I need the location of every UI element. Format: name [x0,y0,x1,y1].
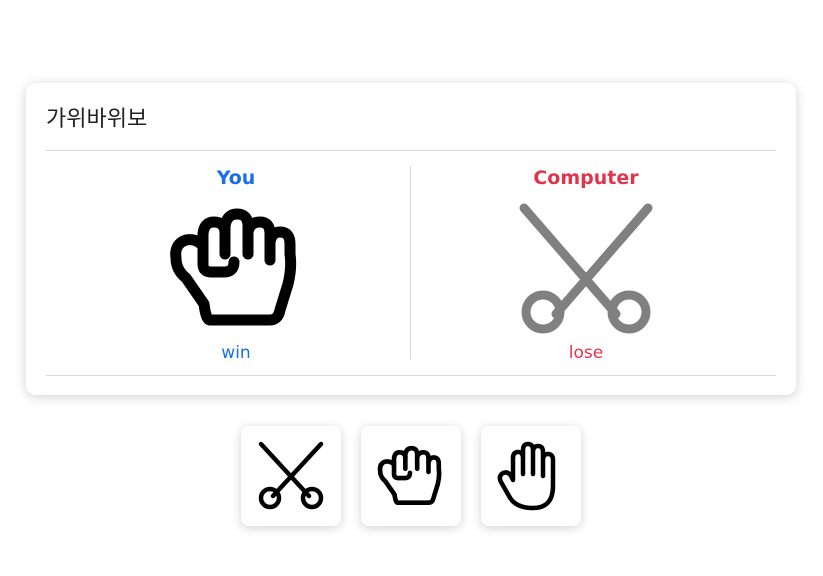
computer-panel: Computer lose [486,163,686,365]
page-title: 가위바위보 [46,107,148,132]
scissors-button[interactable] [241,426,341,526]
rock-button[interactable] [361,426,461,526]
paper-button[interactable] [481,426,581,526]
player-result: win [221,343,251,363]
divider-bottom [46,375,776,376]
choice-buttons [241,426,581,526]
computer-result: lose [568,343,604,363]
game-card: 가위바위보 You win Computer lose [26,83,796,395]
computer-label: Computer [533,167,639,189]
rock-icon [377,445,442,506]
rock-icon [170,208,297,326]
divider-top [46,150,776,151]
player-label: You [216,167,256,189]
scissors-icon [258,441,324,510]
scissors-icon [519,203,653,334]
paper-icon [497,441,556,511]
divider-vertical [410,166,411,359]
player-panel: You win [136,163,336,365]
